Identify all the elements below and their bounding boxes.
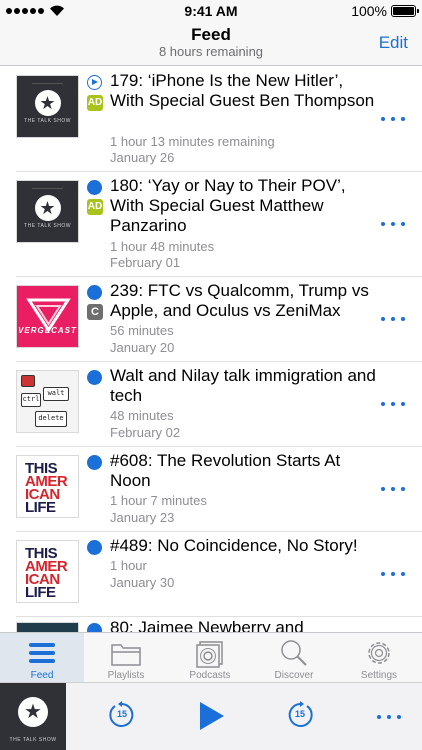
tab-feed[interactable]: Feed [0,633,84,683]
episode-duration: 48 minutes [110,408,174,423]
episode-list[interactable]: ★ THE TALK SHOW AD 179: ‘iPhone Is the N… [0,67,422,632]
page-title: Feed [191,25,231,44]
edit-button[interactable]: Edit [379,33,408,53]
tab-playlists[interactable]: Playlists [84,633,168,683]
status-bar: 9:41 AM 100% [0,0,422,22]
podcast-artwork [16,622,79,632]
chapters-badge: C [87,304,103,320]
play-icon [200,702,224,730]
skip-forward-seconds: 15 [294,709,305,719]
remaining-time-subtitle: 8 hours remaining [158,44,264,59]
star-icon: ★ [18,697,48,727]
podcast-artwork: ★ THE TALK SHOW [16,180,79,243]
now-playing-artwork[interactable]: ★ THE TALK SHOW [0,683,66,750]
list-icon [29,643,55,663]
unplayed-dot-icon [87,370,102,385]
mini-player: ★ THE TALK SHOW 15 15 [0,682,422,750]
ad-badge: AD [87,199,103,215]
artwork-key: walt [43,387,69,401]
episode-row[interactable]: 80: Jaimee Newberry and [0,617,422,632]
battery-icon [391,5,419,17]
navigation-bar: Feed 8 hours remaining Edit [0,22,422,66]
tab-bar: Feed Playlists Podcasts Discover Setting… [0,632,422,683]
podcasts-icon [196,641,223,668]
skip-back-button[interactable]: 15 [107,700,137,730]
episode-row[interactable]: ★ THE TALK SHOW AD 179: ‘iPhone Is the N… [0,67,422,172]
episode-title: 239: FTC vs Qualcomm, Trump vs Apple, an… [110,281,369,320]
recode-logo-icon [21,375,35,387]
episode-row[interactable]: THIS AMER ICAN LIFE #489: No Coincidence… [0,532,422,617]
episode-date: February 01 [110,255,181,270]
battery-percent: 100% [351,3,387,19]
tab-discover[interactable]: Discover [252,633,336,683]
tab-settings[interactable]: Settings [336,633,422,683]
now-playing-icon [87,75,102,90]
tab-podcasts[interactable]: Podcasts [168,633,252,683]
more-options-icon[interactable] [381,485,405,493]
episode-duration: 1 hour 13 minutes remaining [110,134,275,149]
podcast-artwork: THIS AMER ICAN LIFE [16,455,79,518]
artwork-text: LIFE [25,499,56,516]
tab-label: Podcasts [189,670,231,681]
episode-duration: 1 hour [110,558,147,573]
more-options-icon[interactable] [381,220,405,228]
search-icon [281,640,307,666]
artwork-label: VERGECAST [18,326,77,335]
tab-label: Discover [274,670,314,681]
artwork-key: delete [35,411,67,427]
episode-row[interactable]: ★ THE TALK SHOW AD 180: ‘Yay or Nay to T… [0,172,422,277]
artwork-label: THE TALK SHOW [24,223,71,229]
more-options-icon[interactable] [381,570,405,578]
artwork-label: THE TALK SHOW [9,737,57,743]
artwork-label: THE TALK SHOW [24,118,71,124]
episode-title: 80: Jaimee Newberry and [110,618,304,632]
episode-date: January 30 [110,575,175,590]
episode-row[interactable]: VERGECAST C 239: FTC vs Qualcomm, Trump … [0,277,422,362]
podcast-artwork: VERGECAST [16,285,79,348]
tab-label: Settings [360,670,398,681]
player-more-options-icon[interactable] [377,713,401,721]
ad-badge: AD [87,95,103,111]
artwork-text: LIFE [25,584,56,601]
skip-forward-button[interactable]: 15 [285,700,315,730]
tab-label: Feed [30,670,54,681]
episode-date: January 23 [110,510,175,525]
podcast-artwork: ★ THE TALK SHOW [16,75,79,138]
episode-title: 180: ‘Yay or Nay to Their POV’, With Spe… [110,176,346,235]
star-icon: ★ [34,194,61,221]
episode-title: #489: No Coincidence, No Story! [110,536,358,555]
skip-back-seconds: 15 [116,709,127,719]
episode-row[interactable]: ctrl walt delete Walt and Nilay talk imm… [0,362,422,447]
unplayed-dot-icon [87,180,102,195]
episode-title: 179: ‘iPhone Is the New Hitler’, With Sp… [110,71,375,110]
more-options-icon[interactable] [381,315,405,323]
more-options-icon[interactable] [381,400,405,408]
more-options-icon[interactable] [381,115,405,123]
unplayed-dot-icon [87,540,102,555]
episode-duration: 1 hour 7 minutes [110,493,207,508]
podcast-artwork: THIS AMER ICAN LIFE [16,540,79,603]
play-button[interactable] [197,700,227,732]
episode-duration: 1 hour 48 minutes [110,239,215,254]
episode-duration: 56 minutes [110,323,174,338]
unplayed-dot-icon [87,285,102,300]
gear-icon [368,642,390,664]
star-icon: ★ [34,89,61,116]
unplayed-dot-icon [87,623,102,632]
episode-date: February 02 [110,425,181,440]
episode-date: January 20 [110,340,175,355]
episode-title: Walt and Nilay talk immigration and tech [110,366,376,405]
vergecast-logo-icon [26,298,71,333]
tab-label: Playlists [107,670,145,681]
episode-title: #608: The Revolution Starts At Noon [110,451,341,490]
folder-icon [111,644,141,666]
podcast-artwork: ctrl walt delete [16,370,79,433]
unplayed-dot-icon [87,455,102,470]
episode-row[interactable]: THIS AMER ICAN LIFE #608: The Revolution… [0,447,422,532]
artwork-key: ctrl [21,393,41,407]
episode-date: January 26 [110,150,175,165]
